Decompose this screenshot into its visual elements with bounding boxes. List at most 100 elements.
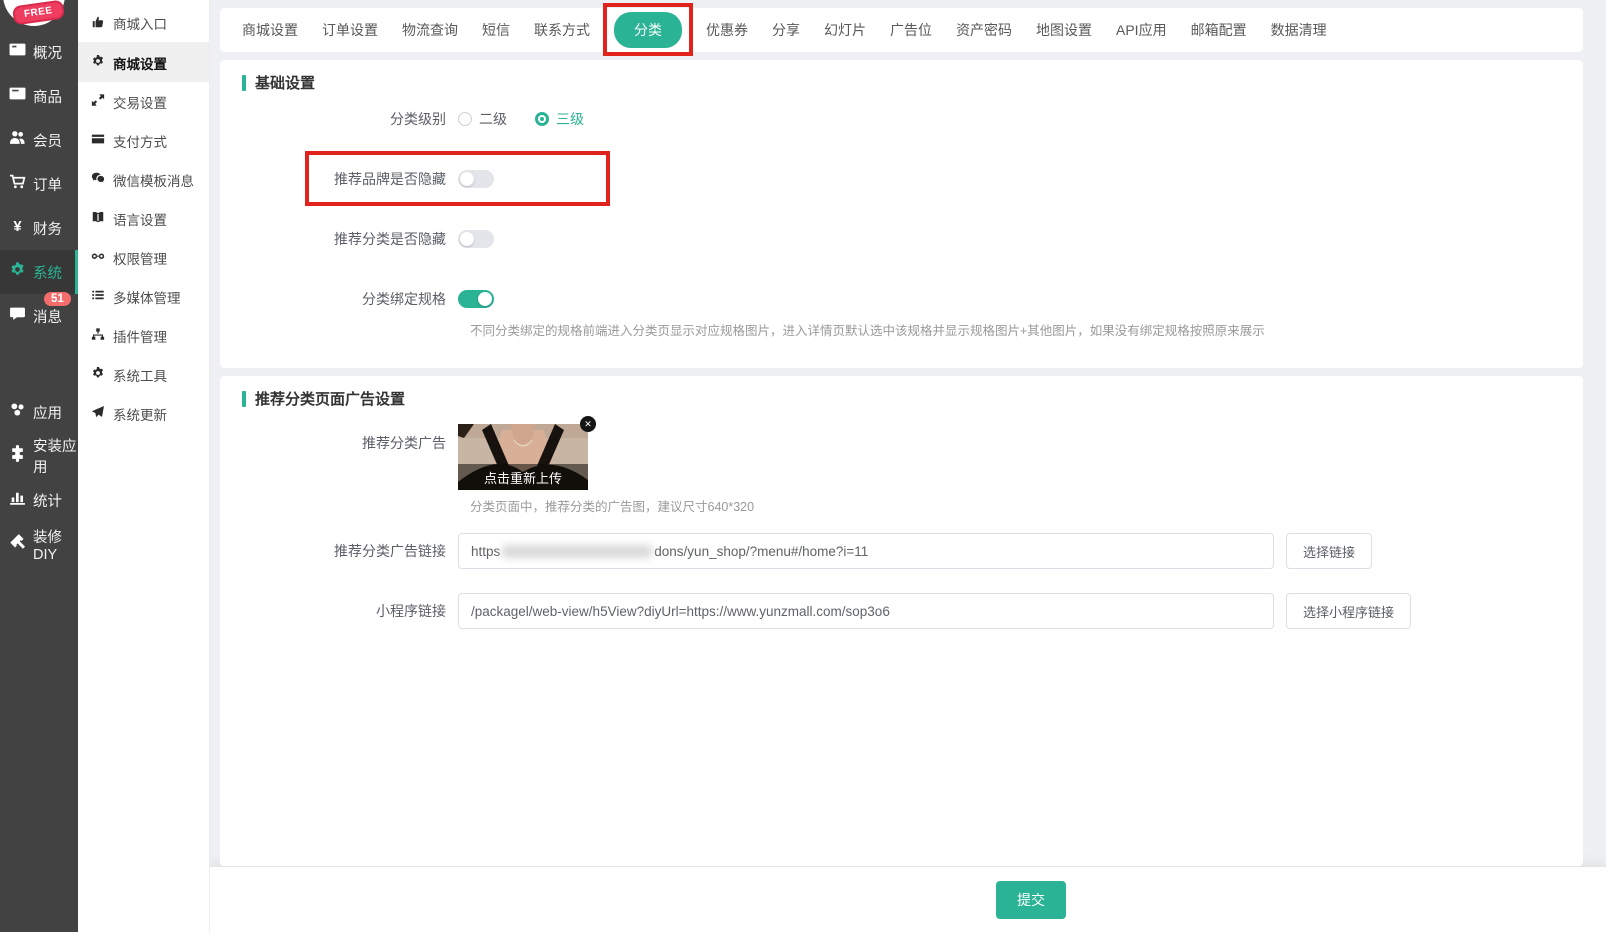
sidebar-item-apps[interactable]: 应用 [0, 390, 78, 434]
media-list-icon [91, 288, 105, 305]
sidebar-item-label: 安装应用 [33, 435, 78, 477]
tab-logistics[interactable]: 物流查询 [402, 20, 458, 40]
reupload-overlay[interactable]: 点击重新上传 [458, 464, 588, 490]
stats-icon [9, 489, 26, 511]
hide-category-row: 推荐分类是否隐藏 [220, 228, 1583, 250]
radio-level-two-label[interactable]: 二级 [479, 109, 507, 129]
tab-api-app[interactable]: API应用 [1116, 20, 1167, 40]
tab-ad-slot[interactable]: 广告位 [890, 20, 932, 40]
sidebar-item-messages[interactable]: 消息 51 [0, 294, 78, 338]
menu-item-label: 微信模板消息 [113, 170, 194, 190]
payment-card-icon [91, 132, 105, 149]
ad-link-input[interactable]: https dons/yun_shop/?menu#/home?i=11 [458, 533, 1274, 569]
apps-icon [9, 401, 26, 423]
bind-spec-label: 分类绑定规格 [220, 289, 458, 309]
shop-entry-icon [91, 15, 105, 32]
sidebar-item-stats[interactable]: 统计 [0, 478, 78, 522]
hide-category-label: 推荐分类是否隐藏 [220, 229, 458, 249]
section-title-ad: 推荐分类页面广告设置 [220, 376, 1583, 409]
tab-slideshow[interactable]: 幻灯片 [824, 20, 866, 40]
menu-item-label: 交易设置 [113, 92, 167, 112]
select-mini-program-link-button[interactable]: 选择小程序链接 [1286, 593, 1411, 629]
tab-share[interactable]: 分享 [772, 20, 800, 40]
sidebar-item-label: 应用 [33, 402, 62, 423]
menu-item-payment-methods[interactable]: 支付方式 [78, 121, 209, 160]
tab-order-settings[interactable]: 订单设置 [322, 20, 378, 40]
section-title-text: 推荐分类页面广告设置 [255, 388, 405, 409]
menu-item-system-update[interactable]: 系统更新 [78, 394, 209, 433]
menu-item-trade-settings[interactable]: 交易设置 [78, 82, 209, 121]
hide-brand-row: 推荐品牌是否隐藏 [220, 168, 1583, 190]
sidebar-item-label: 概况 [33, 42, 62, 63]
sidebar-item-label: 商品 [33, 86, 62, 107]
menu-item-label: 支付方式 [113, 131, 167, 151]
sidebar-item-diy[interactable]: 装修DIY [0, 522, 78, 566]
goods-icon [9, 85, 26, 107]
hide-brand-toggle[interactable] [458, 170, 494, 188]
svg-text:¥: ¥ [13, 219, 22, 234]
message-icon [9, 305, 26, 327]
ad-image-upload[interactable]: 点击重新上传 ✕ [458, 424, 588, 490]
tab-map-settings[interactable]: 地图设置 [1036, 20, 1092, 40]
tab-asset-password[interactable]: 资产密码 [956, 20, 1012, 40]
section-accent-bar [242, 391, 246, 407]
wechat-icon [91, 171, 105, 188]
sidebar-item-finance[interactable]: ¥ 财务 [0, 206, 78, 250]
category-level-row: 分类级别 二级 三级 [220, 108, 1583, 130]
select-link-button[interactable]: 选择链接 [1286, 533, 1372, 569]
install-app-icon [9, 445, 26, 467]
tools-gear-icon [91, 366, 105, 383]
menu-item-wechat-template[interactable]: 微信模板消息 [78, 160, 209, 199]
hide-brand-label: 推荐品牌是否隐藏 [220, 169, 458, 189]
tab-contact[interactable]: 联系方式 [534, 20, 590, 40]
menu-item-shop-entry[interactable]: 商城入口 [78, 4, 209, 43]
menu-item-label: 插件管理 [113, 326, 167, 346]
section-title-text: 基础设置 [255, 72, 315, 93]
radio-level-three[interactable] [535, 112, 549, 126]
ad-image-hint: 分类页面中，推荐分类的广告图，建议尺寸640*320 [470, 496, 1583, 515]
remove-image-icon[interactable]: ✕ [580, 416, 596, 432]
ad-link-prefix: https [471, 544, 500, 559]
tab-shop-settings[interactable]: 商城设置 [242, 20, 298, 40]
admin-app: FREE 概况 商品 会员 订单 ¥ 财务 [0, 0, 1606, 932]
ad-settings-card: 推荐分类页面广告设置 推荐分类广告 点 [220, 376, 1583, 866]
menu-item-language-settings[interactable]: 语言设置 [78, 199, 209, 238]
radio-level-two[interactable] [458, 112, 472, 126]
primary-sidebar: FREE 概况 商品 会员 订单 ¥ 财务 [0, 0, 78, 932]
sidebar-item-label: 消息 [33, 306, 62, 327]
menu-item-permission[interactable]: 权限管理 [78, 238, 209, 277]
sidebar-item-install-apps[interactable]: 安装应用 [0, 434, 78, 478]
finance-icon: ¥ [9, 217, 26, 239]
sidebar-item-members[interactable]: 会员 [0, 118, 78, 162]
tab-sms[interactable]: 短信 [482, 20, 510, 40]
sidebar-item-goods[interactable]: 商品 [0, 74, 78, 118]
menu-item-system-tools[interactable]: 系统工具 [78, 355, 209, 394]
mini-program-link-label: 小程序链接 [220, 601, 458, 621]
bind-spec-row: 分类绑定规格 [220, 288, 1583, 310]
tab-coupon[interactable]: 优惠券 [706, 20, 748, 40]
sidebar-item-orders[interactable]: 订单 [0, 162, 78, 206]
section-title-basic: 基础设置 [220, 60, 1583, 93]
menu-item-media[interactable]: 多媒体管理 [78, 277, 209, 316]
ad-image-row: 推荐分类广告 点击重新上传 ✕ [220, 424, 1583, 490]
mini-program-link-row: 小程序链接 选择小程序链接 [220, 593, 1583, 629]
ad-link-row: 推荐分类广告链接 https dons/yun_shop/?menu#/home… [220, 533, 1583, 569]
mini-program-link-input[interactable] [458, 593, 1274, 629]
form-footer: 提交 [210, 866, 1606, 932]
tab-mail-config[interactable]: 邮箱配置 [1191, 20, 1247, 40]
bind-spec-toggle[interactable] [458, 290, 494, 308]
hide-category-toggle[interactable] [458, 230, 494, 248]
ad-link-suffix: dons/yun_shop/?menu#/home?i=11 [654, 544, 868, 559]
menu-item-shop-settings[interactable]: 商城设置 [78, 43, 209, 82]
sidebar-item-label: 装修DIY [33, 526, 78, 563]
submit-button[interactable]: 提交 [996, 881, 1066, 919]
sidebar-item-overview[interactable]: 概况 [0, 30, 78, 74]
menu-item-label: 语言设置 [113, 209, 167, 229]
radio-level-three-label[interactable]: 三级 [556, 109, 584, 129]
members-icon [9, 129, 26, 151]
tab-category[interactable]: 分类 [614, 12, 682, 48]
tab-data-cleanup[interactable]: 数据清理 [1271, 20, 1327, 40]
sidebar-item-system[interactable]: 系统 [0, 250, 78, 294]
menu-item-plugins[interactable]: 插件管理 [78, 316, 209, 355]
ad-image-label: 推荐分类广告 [220, 424, 458, 453]
